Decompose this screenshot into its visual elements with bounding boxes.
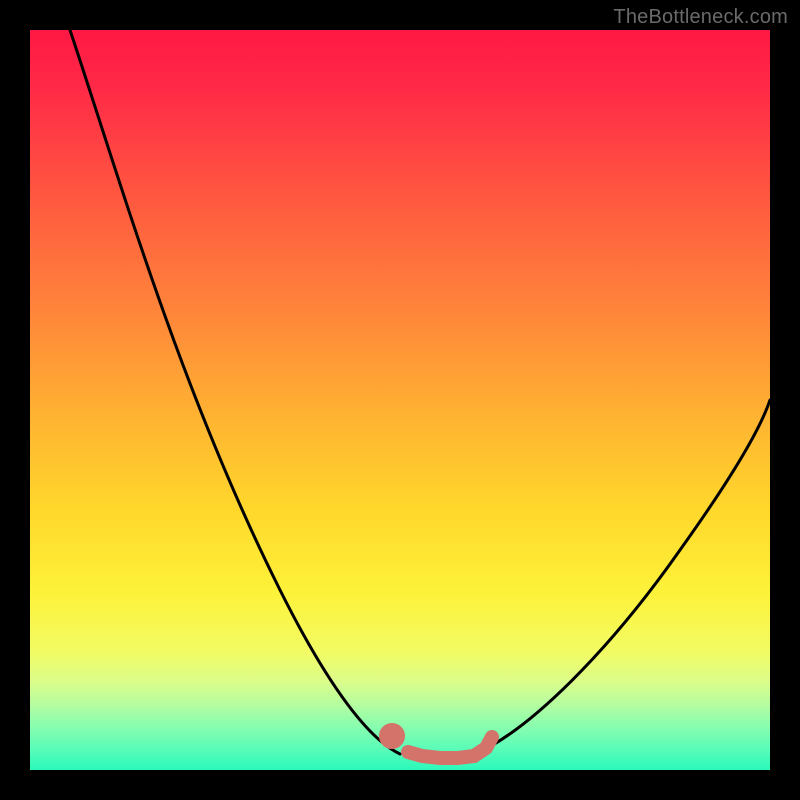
trough-markers	[386, 730, 492, 758]
chart-frame: TheBottleneck.com	[0, 0, 800, 800]
watermark-text: TheBottleneck.com	[613, 6, 788, 29]
left-curve	[70, 30, 400, 754]
right-curve	[475, 400, 770, 754]
plot-area	[30, 30, 770, 770]
curve-layer	[30, 30, 770, 770]
